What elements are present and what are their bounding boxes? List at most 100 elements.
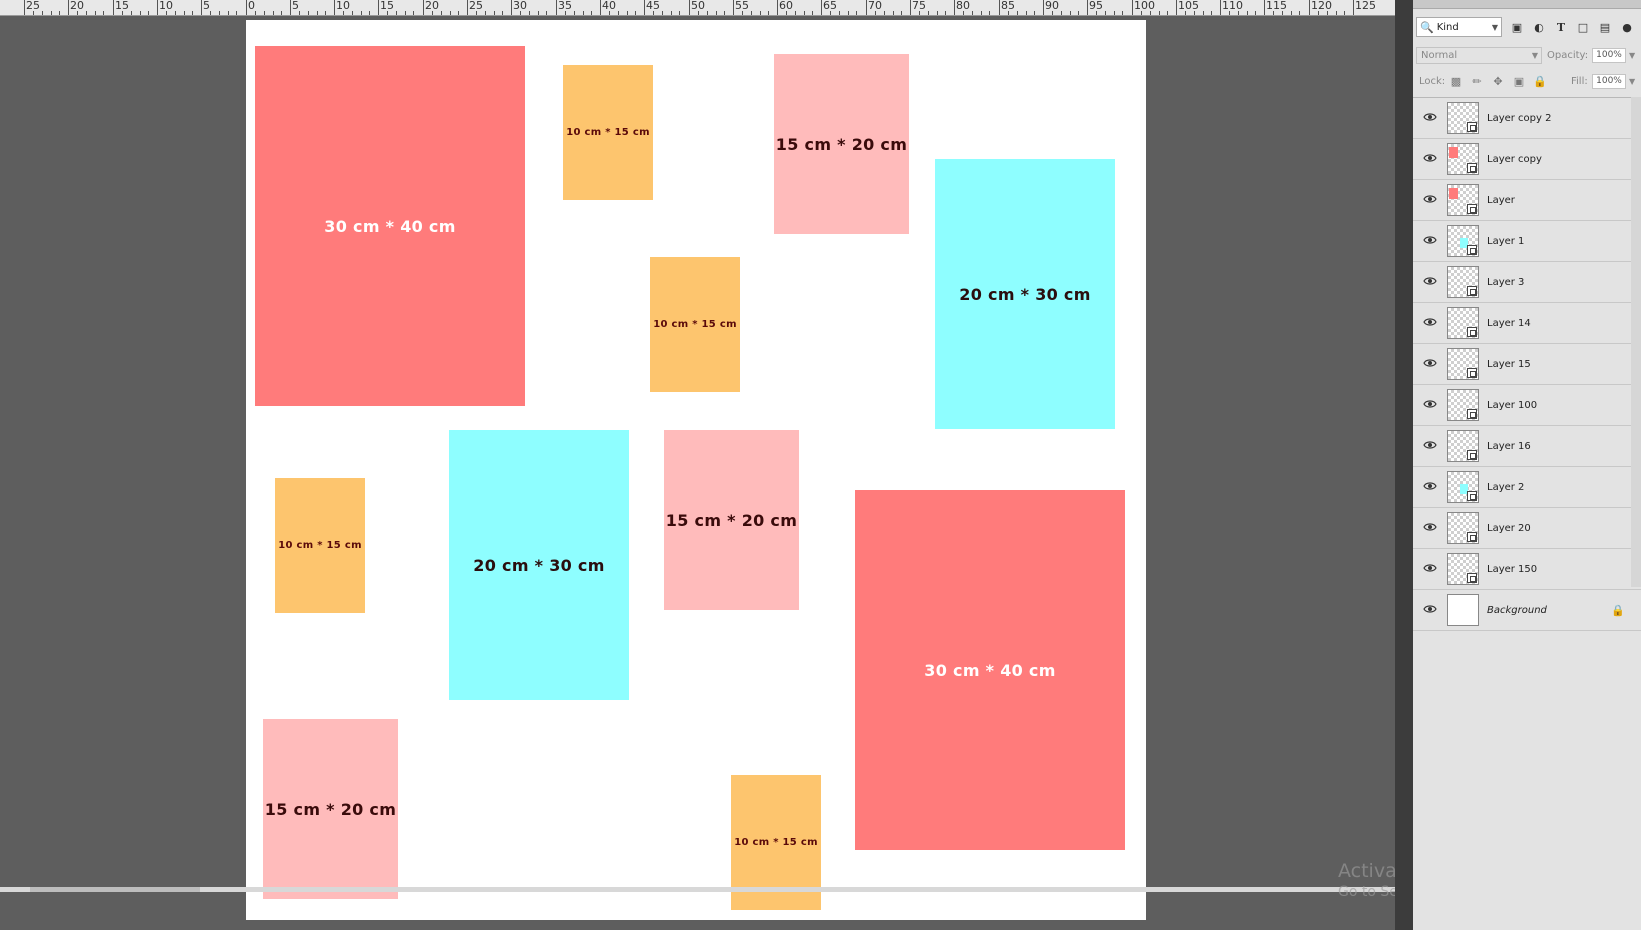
frame-10x15-middle[interactable]: 10 cm * 15 cm [650, 257, 740, 392]
ruler-minor-tick [255, 11, 256, 15]
document-canvas[interactable]: 30 cm * 40 cm 10 cm * 15 cm 15 cm * 20 c… [246, 20, 1146, 920]
ruler-minor-tick [343, 11, 344, 15]
frame-20x30-center[interactable]: 20 cm * 30 cm [449, 430, 629, 700]
layer-name[interactable]: Layer 2 [1487, 482, 1524, 493]
layer-name[interactable]: Layer copy 2 [1487, 113, 1551, 124]
panel-tab-strip[interactable] [1413, 0, 1641, 9]
horizontal-scrollbar[interactable] [0, 887, 1395, 892]
frame-15x20-top[interactable]: 15 cm * 20 cm [774, 54, 909, 234]
ruler-minor-tick [839, 11, 840, 15]
visibility-eye-icon[interactable] [1423, 439, 1437, 451]
visibility-eye-icon[interactable] [1423, 480, 1437, 492]
ruler-minor-tick [387, 11, 388, 15]
layer-row[interactable]: Layer 14 [1413, 303, 1641, 344]
visibility-eye-icon[interactable] [1423, 357, 1437, 369]
ruler-minor-tick [1026, 11, 1027, 15]
layer-name[interactable]: Layer 100 [1487, 400, 1537, 411]
frame-20x30-right[interactable]: 20 cm * 30 cm [935, 159, 1115, 429]
visibility-eye-icon[interactable] [1423, 316, 1437, 328]
lock-artboard-icon[interactable]: ▣ [1512, 75, 1526, 88]
chevron-down-icon[interactable]: ▼ [1629, 77, 1635, 86]
layer-name[interactable]: Layer 20 [1487, 523, 1531, 534]
ruler-minor-tick [1327, 11, 1328, 15]
ruler-minor-tick [210, 11, 211, 15]
frame-label: 15 cm * 20 cm [264, 799, 397, 819]
frame-30x40-top-left[interactable]: 30 cm * 40 cm [255, 46, 525, 406]
visibility-eye-icon[interactable] [1423, 521, 1437, 533]
chevron-down-icon: ▼ [1531, 50, 1538, 60]
layers-list: Layer copy 2 Layer copy Layer Layer 1 Layer … [1413, 97, 1641, 631]
ruler-minor-tick [716, 11, 717, 15]
lock-transparent-icon[interactable]: ▩ [1449, 75, 1463, 88]
layer-row[interactable]: Layer 3 [1413, 262, 1641, 303]
visibility-eye-icon[interactable] [1423, 398, 1437, 410]
smart-object-filter-icon[interactable]: ▤ [1597, 19, 1613, 35]
image-filter-icon[interactable]: ▣ [1509, 19, 1525, 35]
layer-row[interactable]: Layer copy 2 [1413, 98, 1641, 139]
layer-name[interactable]: Layer 16 [1487, 441, 1531, 452]
shape-filter-icon[interactable]: □ [1575, 19, 1591, 35]
frame-30x40-bottom-right[interactable]: 30 cm * 40 cm [855, 490, 1125, 850]
layer-name[interactable]: Background [1487, 605, 1547, 616]
layers-scrollbar[interactable] [1631, 97, 1641, 587]
type-filter-icon[interactable]: T [1553, 19, 1569, 35]
lock-brush-icon[interactable]: ✏ [1470, 75, 1484, 88]
frame-10x15-left[interactable]: 10 cm * 15 cm [275, 478, 365, 613]
layer-lock-icon[interactable]: 🔒 [1611, 604, 1625, 617]
visibility-eye-icon[interactable] [1423, 275, 1437, 287]
frame-10x15-top[interactable]: 10 cm * 15 cm [563, 65, 653, 200]
scrollbar-thumb[interactable] [30, 887, 200, 892]
layer-row[interactable]: Layer [1413, 180, 1641, 221]
opacity-field[interactable]: 100% [1592, 47, 1626, 63]
ruler-minor-tick [591, 11, 592, 15]
visibility-eye-icon[interactable] [1423, 152, 1437, 164]
horizontal-ruler[interactable]: 25 20 15 10 5 0 5 10 15 20 25 30 35 40 45 50 55 60 65 70 75 8… [0, 0, 1395, 16]
ruler-minor-tick [795, 11, 796, 15]
visibility-eye-icon[interactable] [1423, 603, 1437, 615]
layer-row[interactable]: Layer copy [1413, 139, 1641, 180]
layer-name[interactable]: Layer [1487, 195, 1515, 206]
blend-mode-select[interactable]: Normal ▼ [1416, 46, 1542, 64]
ruler-minor-tick [1282, 11, 1283, 15]
visibility-eye-icon[interactable] [1423, 193, 1437, 205]
ruler-minor-tick [529, 11, 530, 15]
layer-thumbnail [1447, 512, 1479, 544]
layer-row[interactable]: Layer 15 [1413, 344, 1641, 385]
visibility-eye-icon[interactable] [1423, 234, 1437, 246]
layer-filter-row: 🔍 Kind ▼ ▣ ◐ T □ ▤ ● [1413, 15, 1641, 39]
ruler-minor-tick [33, 11, 34, 15]
ruler-minor-tick [1070, 11, 1071, 15]
smart-object-badge-icon [1467, 122, 1477, 132]
layer-name[interactable]: Layer 14 [1487, 318, 1531, 329]
chevron-down-icon[interactable]: ▼ [1629, 51, 1635, 60]
layer-row[interactable]: Layer 16 [1413, 426, 1641, 467]
filter-toggle-icon[interactable]: ● [1619, 19, 1635, 35]
filter-kind-value: Kind [1436, 21, 1459, 33]
ruler-minor-tick [937, 11, 938, 15]
ruler-minor-tick [963, 11, 964, 15]
layer-row[interactable]: Background 🔒 [1413, 590, 1641, 631]
ruler-label: 110 [1222, 0, 1243, 12]
layer-row[interactable]: Layer 150 [1413, 549, 1641, 590]
adjustment-filter-icon[interactable]: ◐ [1531, 19, 1547, 35]
ruler-label: 120 [1311, 0, 1332, 12]
layer-row[interactable]: Layer 1 [1413, 221, 1641, 262]
frame-15x20-center[interactable]: 15 cm * 20 cm [664, 430, 799, 610]
lock-all-icon[interactable]: 🔒 [1533, 75, 1547, 88]
ruler-major-tick [378, 0, 379, 15]
lock-move-icon[interactable]: ✥ [1491, 75, 1505, 88]
fill-field[interactable]: 100% [1592, 73, 1626, 89]
frame-15x20-bottom-left[interactable]: 15 cm * 20 cm [263, 719, 398, 899]
filter-kind-select[interactable]: 🔍 Kind ▼ [1416, 17, 1502, 37]
layer-name[interactable]: Layer 1 [1487, 236, 1524, 247]
layer-name[interactable]: Layer 3 [1487, 277, 1524, 288]
smart-object-badge-icon [1467, 245, 1477, 255]
visibility-eye-icon[interactable] [1423, 111, 1437, 123]
layer-row[interactable]: Layer 100 [1413, 385, 1641, 426]
visibility-eye-icon[interactable] [1423, 562, 1437, 574]
layer-name[interactable]: Layer 150 [1487, 564, 1537, 575]
layer-row[interactable]: Layer 20 [1413, 508, 1641, 549]
layer-row[interactable]: Layer 2 [1413, 467, 1641, 508]
layer-name[interactable]: Layer 15 [1487, 359, 1531, 370]
layer-name[interactable]: Layer copy [1487, 154, 1542, 165]
